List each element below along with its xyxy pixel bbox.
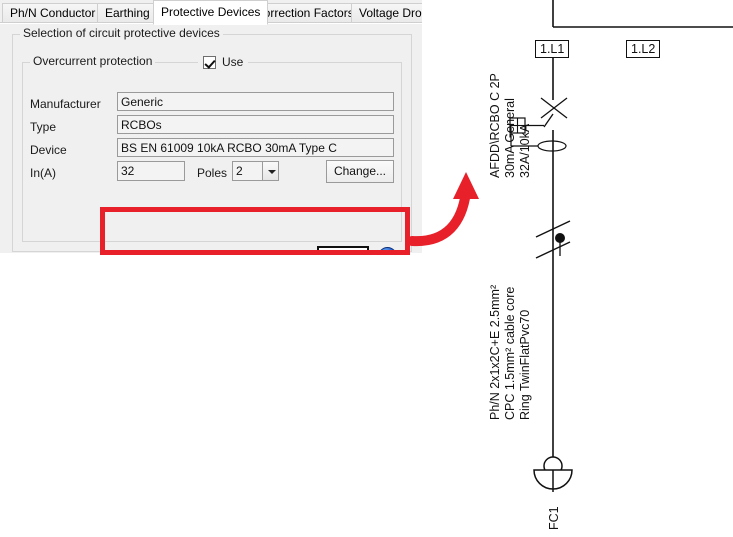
device-label-line-2: 30mA General [503, 98, 517, 178]
device-field[interactable]: BS EN 61009 10kA RCBO 30mA Type C [117, 138, 394, 157]
in-a-label: In(A) [30, 166, 57, 180]
in-a-field[interactable]: 32 [117, 161, 185, 181]
use-checkbox[interactable]: Use [198, 55, 249, 69]
cable-label-line-2: CPC 1.5mm² cable core [503, 286, 517, 420]
afdd-highlight-box [100, 207, 410, 255]
cable-label-line-3: Ring TwinFlatPvc70 [518, 309, 532, 420]
manufacturer-label: Manufacturer [30, 97, 101, 111]
device-label-line-1: AFDD\RCBO C 2P [488, 73, 502, 178]
load-label: FC1 [547, 506, 561, 530]
tab-earthing[interactable]: Earthing [97, 3, 158, 23]
overcurrent-group-title: Overcurrent protection [30, 54, 156, 68]
tab-voltage-drop[interactable]: Voltage Drop [351, 3, 422, 23]
change-button[interactable]: Change... [326, 160, 394, 183]
selection-group-title: Selection of circuit protective devices [20, 26, 223, 40]
cable-label-line-1: Ph/N 2x1x2C+E 2.5mm² [488, 284, 502, 420]
type-field[interactable]: RCBOs [117, 115, 394, 134]
use-checkbox-label: Use [222, 55, 244, 69]
use-checkbox-box[interactable] [203, 55, 216, 69]
tab-strip: Ph/N Conductor Earthing Protective Devic… [0, 0, 422, 25]
device-label-line-3: 32A/10kA [518, 123, 532, 178]
device-label: Device [30, 143, 67, 157]
screen-root: Ph/N Conductor Earthing Protective Devic… [0, 0, 733, 537]
busbar-label-l1: 1.L1 [535, 40, 570, 58]
type-label: Type [30, 120, 57, 134]
poles-label: Poles [197, 166, 228, 180]
poles-dropdown-button[interactable] [262, 161, 279, 181]
busbar-label-l2: 1.L2 [626, 40, 661, 58]
tab-ph-n-conductor[interactable]: Ph/N Conductor [2, 3, 104, 23]
single-line-diagram: 1.L1 1.L2 AFDD\RCBO C 2P 30mA General 32… [440, 0, 733, 537]
tab-protective-devices[interactable]: Protective Devices [153, 0, 269, 25]
rcd-sensing-coil [537, 140, 567, 152]
breaker-arm [543, 113, 554, 128]
manufacturer-field[interactable]: Generic [117, 92, 394, 111]
diagram-canvas [509, 0, 733, 492]
